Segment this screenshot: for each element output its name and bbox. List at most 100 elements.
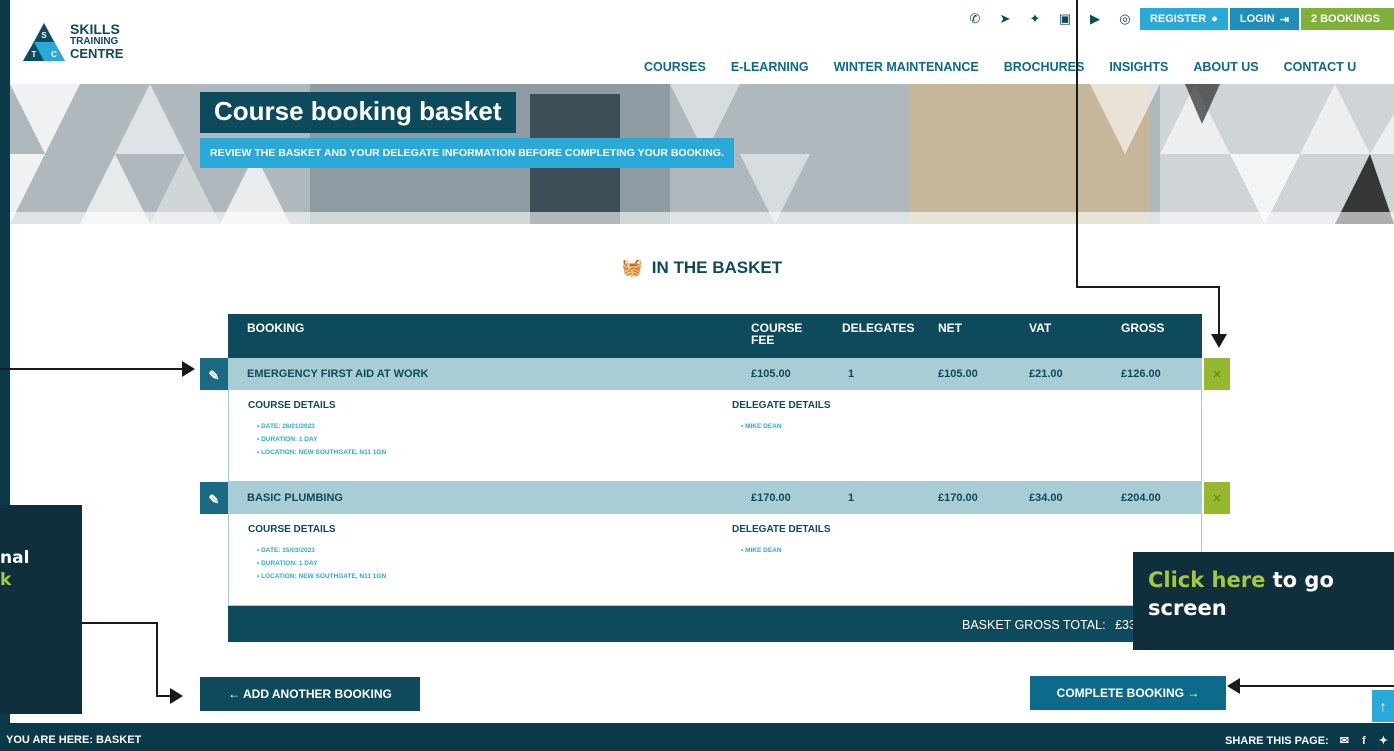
course-date: • DATE: 15/03/2023: [257, 547, 315, 554]
add-another-booking-button[interactable]: ← ADD ANOTHER BOOKING: [200, 677, 420, 711]
nav-about-us[interactable]: ABOUT US: [1193, 60, 1258, 74]
edit-booking-button[interactable]: ✎: [200, 482, 228, 514]
hero-banner: Course booking basket REVIEW THE BASKET …: [10, 84, 1394, 224]
share-label: SHARE THIS PAGE:: [1225, 735, 1329, 747]
course-details-label: COURSE DETAILS: [248, 400, 336, 411]
nav-brochures[interactable]: BROCHURES: [1004, 60, 1085, 74]
col-delegates: DELEGATES: [842, 321, 915, 335]
close-icon: ✕: [1212, 369, 1222, 381]
arrow-line: [82, 622, 158, 624]
arrow-head: [170, 688, 183, 704]
callout-left-line2: k: [0, 570, 12, 590]
course-date: • DATE: 26/01/2023: [257, 423, 315, 430]
arrow-head: [182, 361, 195, 377]
page-title: Course booking basket: [200, 92, 516, 133]
basket-total-label: BASKET GROSS TOTAL:: [962, 618, 1106, 632]
email-icon[interactable]: ✉: [1340, 735, 1349, 747]
paper-plane-icon[interactable]: ➤: [990, 11, 1020, 27]
basket-total-bar: BASKET GROSS TOTAL: £33: [228, 606, 1202, 642]
col-course-fee-line2: FEE: [751, 333, 775, 347]
booking-net: £105.00: [938, 368, 978, 380]
booking-details: COURSE DETAILS • DATE: 26/01/2023 • DURA…: [228, 390, 1202, 482]
callout-right-text2: screen: [1148, 596, 1227, 620]
booking-row: ✎ BASIC PLUMBING £170.00 1 £170.00 £34.0…: [200, 482, 1230, 514]
arrow-head: [1211, 334, 1227, 348]
tutorial-callout-right: Click here to go screen: [1133, 552, 1394, 650]
course-details-label: COURSE DETAILS: [248, 524, 336, 535]
sign-in-icon: ⇥: [1279, 13, 1289, 26]
course-duration: • DURATION: 1 DAY: [257, 436, 318, 443]
booking-gross: £126.00: [1121, 368, 1161, 380]
logo-word-centre: CENTRE: [70, 46, 124, 61]
delegate-name: • MIKE DEAN: [741, 547, 782, 554]
callout-right-text1: to go: [1265, 568, 1334, 592]
basket-heading-text: IN THE BASKET: [651, 258, 783, 277]
breadcrumb: YOU ARE HERE: BASKET: [6, 734, 142, 746]
twitter-icon[interactable]: ✦: [1020, 11, 1050, 27]
main-navigation: COURSES E-LEARNING WINTER MAINTENANCE BR…: [644, 60, 1381, 74]
pencil-icon: ✎: [208, 368, 220, 383]
col-booking: BOOKING: [247, 321, 305, 335]
nav-insights[interactable]: INSIGHTS: [1109, 60, 1168, 74]
facebook-icon[interactable]: f: [1362, 735, 1366, 747]
col-net: NET: [938, 321, 962, 335]
share-bar: SHARE THIS PAGE: ✉ f ✦: [1225, 734, 1388, 747]
scroll-to-top-button[interactable]: ↑: [1372, 690, 1394, 722]
booking-vat: £21.00: [1029, 368, 1063, 380]
booking-name: BASIC PLUMBING: [247, 492, 343, 504]
logo-letter-c: C: [51, 50, 57, 59]
tutorial-callout-left: nal k: [0, 505, 82, 714]
edit-booking-button[interactable]: ✎: [200, 358, 228, 390]
nav-courses[interactable]: COURSES: [644, 60, 706, 74]
delegate-details-label: DELEGATE DETAILS: [732, 524, 831, 535]
remove-booking-button[interactable]: ✕: [1204, 482, 1230, 514]
nav-winter-maintenance[interactable]: WINTER MAINTENANCE: [834, 60, 979, 74]
callout-left-line1: nal: [0, 548, 30, 568]
logo-triangle-icon: S T C: [23, 23, 65, 61]
bookings-label: 2 BOOKINGS: [1310, 13, 1380, 25]
complete-booking-button[interactable]: COMPLETE BOOKING →: [1030, 676, 1226, 710]
arrow-line: [1076, 0, 1078, 288]
booking-net: £170.00: [938, 492, 978, 504]
course-duration: • DURATION: 1 DAY: [257, 560, 318, 567]
logo-letter-s: S: [41, 31, 47, 40]
remove-booking-button[interactable]: ✕: [1204, 358, 1230, 390]
logo-word-skills: SKILLS: [70, 21, 120, 37]
arrow-line: [0, 368, 182, 370]
site-logo[interactable]: S T C SKILLS TRAINING CENTRE: [22, 20, 162, 70]
instagram-icon[interactable]: ◎: [1110, 11, 1140, 27]
pencil-icon: ✎: [208, 492, 220, 507]
nav-contact-us[interactable]: CONTACT U: [1284, 60, 1357, 74]
course-location: • LOCATION: NEW SOUTHGATE, N11 1GN: [257, 449, 387, 456]
phone-icon[interactable]: ✆: [960, 11, 990, 27]
col-gross: GROSS: [1121, 321, 1165, 335]
nav-e-learning[interactable]: E-LEARNING: [731, 60, 809, 74]
delegate-details-label: DELEGATE DETAILS: [732, 400, 831, 411]
basket-icon: 🧺: [621, 258, 644, 277]
login-label: LOGIN: [1239, 13, 1275, 25]
bookings-button[interactable]: 2 BOOKINGS: [1300, 8, 1394, 30]
booking-details: COURSE DETAILS • DATE: 15/03/2023 • DURA…: [228, 514, 1202, 606]
booking-row: ✎ EMERGENCY FIRST AID AT WORK £105.00 1 …: [200, 358, 1230, 390]
twitter-icon[interactable]: ✦: [1379, 735, 1388, 747]
booking-delegates: 1: [848, 368, 855, 380]
arrow-head: [1227, 678, 1240, 694]
arrow-line: [156, 695, 170, 697]
arrow-line: [1240, 685, 1394, 687]
booking-gross: £204.00: [1121, 492, 1161, 504]
youtube-icon[interactable]: ▶: [1080, 11, 1110, 27]
booking-vat: £34.00: [1029, 492, 1063, 504]
arrow-line: [156, 622, 158, 697]
register-label: REGISTER: [1149, 13, 1207, 25]
arrow-line: [1218, 286, 1220, 334]
col-vat: VAT: [1029, 321, 1052, 335]
delegate-name: • MIKE DEAN: [741, 423, 782, 430]
course-location: • LOCATION: NEW SOUTHGATE, N11 1GN: [257, 573, 387, 580]
register-button[interactable]: REGISTER ●: [1139, 8, 1228, 30]
page-subtitle: REVIEW THE BASKET AND YOUR DELEGATE INFO…: [200, 138, 734, 168]
close-icon: ✕: [1212, 493, 1222, 505]
arrow-line: [1076, 286, 1220, 288]
basket-heading: 🧺 IN THE BASKET: [10, 258, 1394, 278]
login-button[interactable]: LOGIN ⇥: [1229, 8, 1299, 30]
top-bar: ✆ ➤ ✦ ▣ ▶ ◎ REGISTER ● LOGIN ⇥ 2 BOOKING…: [960, 8, 1394, 30]
